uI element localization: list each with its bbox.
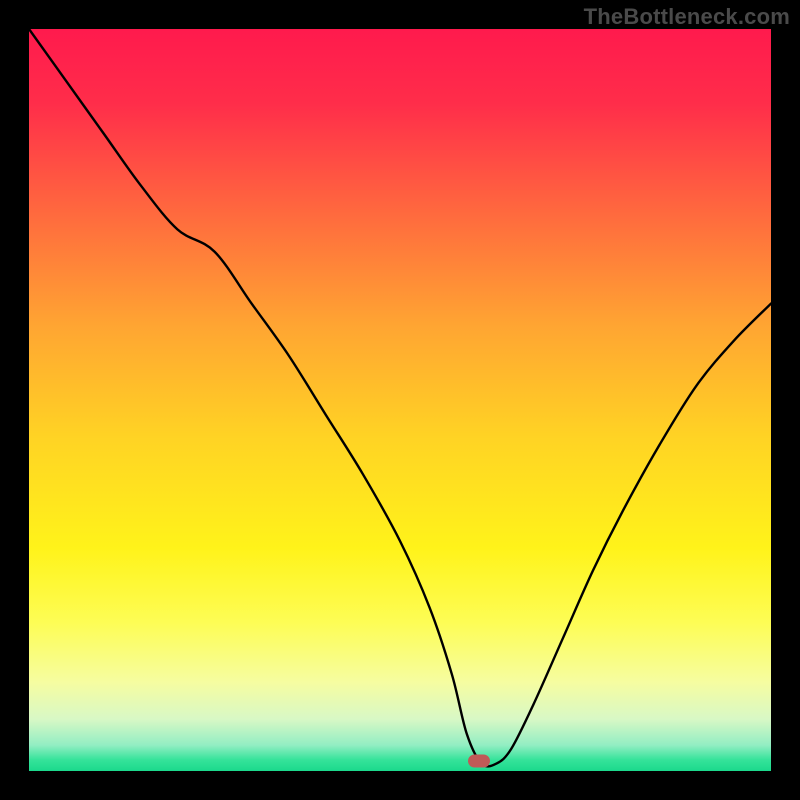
plot-area: [29, 29, 771, 771]
watermark-text: TheBottleneck.com: [584, 4, 790, 30]
chart-frame: TheBottleneck.com: [0, 0, 800, 800]
optimal-marker: [468, 754, 490, 767]
bottleneck-curve: [29, 29, 771, 771]
